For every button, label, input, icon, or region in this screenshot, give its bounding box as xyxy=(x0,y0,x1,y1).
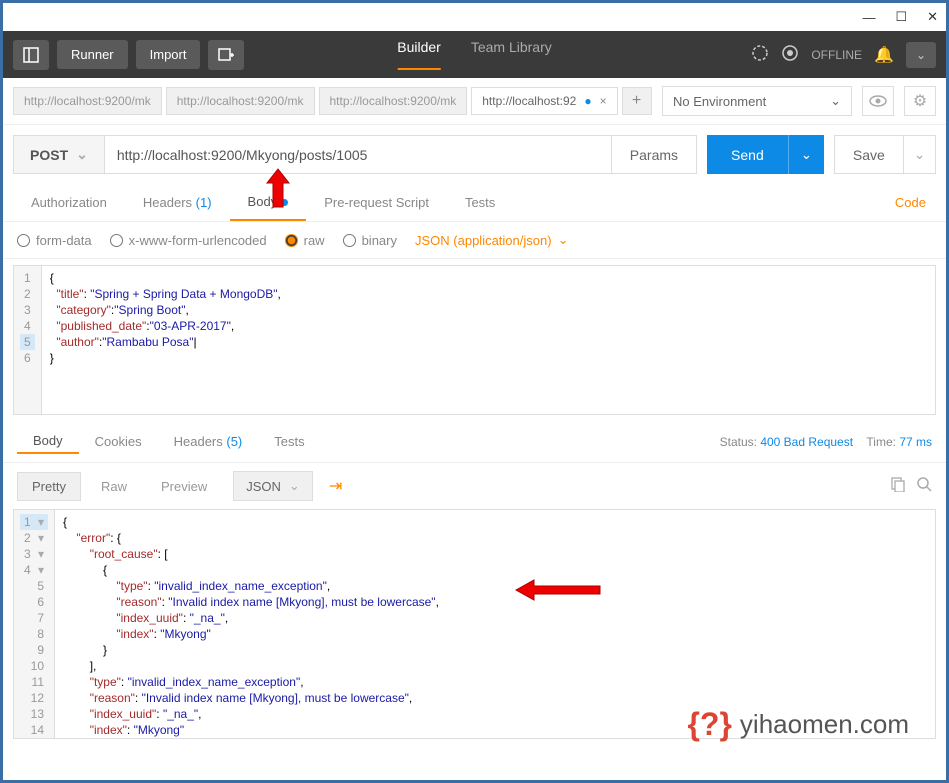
view-preview[interactable]: Preview xyxy=(147,473,221,500)
params-button[interactable]: Params xyxy=(612,135,697,174)
maximize-button[interactable]: ☐ xyxy=(895,9,907,25)
sync-icon[interactable] xyxy=(751,44,769,65)
send-button[interactable]: Send xyxy=(707,135,788,174)
request-tab[interactable]: http://localhost:9200/mk xyxy=(166,87,315,115)
notifications-icon[interactable]: 🔔 xyxy=(874,45,894,65)
environment-select[interactable]: No Environment⌄ xyxy=(662,86,852,116)
tab-headers[interactable]: Headers (1) xyxy=(125,185,230,220)
sidebar-toggle-icon[interactable] xyxy=(13,40,49,70)
response-tabs: Body Cookies Headers (5) Tests Status: 4… xyxy=(3,421,946,463)
main-toolbar: Runner Import Builder Team Library OFFLI… xyxy=(3,31,946,78)
request-body-editor[interactable]: 123456 { "title": "Spring + Spring Data … xyxy=(13,265,936,415)
request-body-code[interactable]: { "title": "Spring + Spring Data + Mongo… xyxy=(42,266,289,414)
watermark-icon: {?} xyxy=(687,706,731,743)
annotation-arrow-left xyxy=(514,578,604,602)
resp-tab-cookies[interactable]: Cookies xyxy=(79,430,158,453)
radio-binary[interactable]: binary xyxy=(343,233,397,248)
response-body-code: { "error": { "root_cause": [ { "type": "… xyxy=(55,510,447,738)
chevron-down-icon: ⌄ xyxy=(830,93,841,109)
radio-form-data[interactable]: form-data xyxy=(17,233,92,248)
settings-dropdown-icon[interactable]: ⌄ xyxy=(906,42,936,68)
tab-prerequest[interactable]: Pre-request Script xyxy=(306,185,447,220)
window-titlebar: — ☐ ✕ xyxy=(3,3,946,31)
method-select[interactable]: POST⌄ xyxy=(13,135,105,174)
resp-tab-headers[interactable]: Headers (5) xyxy=(158,430,259,453)
view-raw[interactable]: Raw xyxy=(87,473,141,500)
request-tab[interactable]: http://localhost:9200/mk xyxy=(13,87,162,115)
minimize-button[interactable]: — xyxy=(862,10,875,25)
settings-icon[interactable]: ⚙ xyxy=(904,86,936,116)
body-type-options: form-data x-www-form-urlencoded raw bina… xyxy=(3,222,946,259)
import-button[interactable]: Import xyxy=(136,40,201,69)
capture-icon[interactable] xyxy=(781,44,799,65)
save-dropdown[interactable]: ⌄ xyxy=(904,135,936,174)
request-tab-active[interactable]: http://localhost:92●× xyxy=(471,87,617,115)
copy-icon[interactable] xyxy=(890,476,906,497)
close-button[interactable]: ✕ xyxy=(927,9,938,25)
response-view-options: Pretty Raw Preview JSON⌄ ⇥ xyxy=(3,463,946,509)
chevron-down-icon: ⌄ xyxy=(289,478,300,494)
resp-tab-tests[interactable]: Tests xyxy=(258,430,320,453)
format-select[interactable]: JSON⌄ xyxy=(233,471,313,501)
preview-env-icon[interactable] xyxy=(862,86,894,116)
request-bar: POST⌄ Params Send ⌄ Save ⌄ xyxy=(3,125,946,184)
add-tab-button[interactable]: + xyxy=(622,87,652,115)
request-sub-tabs: Authorization Headers (1) Body Pre-reque… xyxy=(3,184,946,222)
new-tab-icon[interactable] xyxy=(208,40,244,70)
offline-label: OFFLINE xyxy=(811,48,862,62)
watermark: {?} yihaomen.com xyxy=(687,706,909,743)
close-icon[interactable]: × xyxy=(600,94,607,108)
url-input[interactable] xyxy=(105,135,612,174)
tab-team-library[interactable]: Team Library xyxy=(471,39,552,70)
send-dropdown[interactable]: ⌄ xyxy=(788,135,824,174)
radio-urlencoded[interactable]: x-www-form-urlencoded xyxy=(110,233,267,248)
radio-raw[interactable]: raw xyxy=(285,233,325,248)
content-type-select[interactable]: JSON (application/json)⌄ xyxy=(415,232,568,248)
code-link[interactable]: Code xyxy=(895,195,936,210)
response-body-editor[interactable]: 1 ▾2 ▾3 ▾4 ▾567891011121314151617 { "err… xyxy=(13,509,936,739)
tab-tests[interactable]: Tests xyxy=(447,185,513,220)
chevron-down-icon: ⌄ xyxy=(558,232,569,248)
tab-authorization[interactable]: Authorization xyxy=(13,185,125,220)
view-pretty[interactable]: Pretty xyxy=(17,472,81,501)
search-icon[interactable] xyxy=(916,476,932,497)
annotation-arrow-up xyxy=(263,167,293,209)
response-status: Status: 400 Bad Request Time: 77 ms xyxy=(720,435,932,449)
save-button[interactable]: Save xyxy=(834,135,904,174)
request-tab[interactable]: http://localhost:9200/mk xyxy=(319,87,468,115)
chevron-down-icon: ⌄ xyxy=(76,146,88,163)
tab-builder[interactable]: Builder xyxy=(397,39,441,70)
request-tabs-row: http://localhost:9200/mk http://localhos… xyxy=(3,78,946,125)
runner-button[interactable]: Runner xyxy=(57,40,128,69)
resp-tab-body[interactable]: Body xyxy=(17,429,79,454)
wrap-lines-icon[interactable]: ⇥ xyxy=(329,476,342,496)
